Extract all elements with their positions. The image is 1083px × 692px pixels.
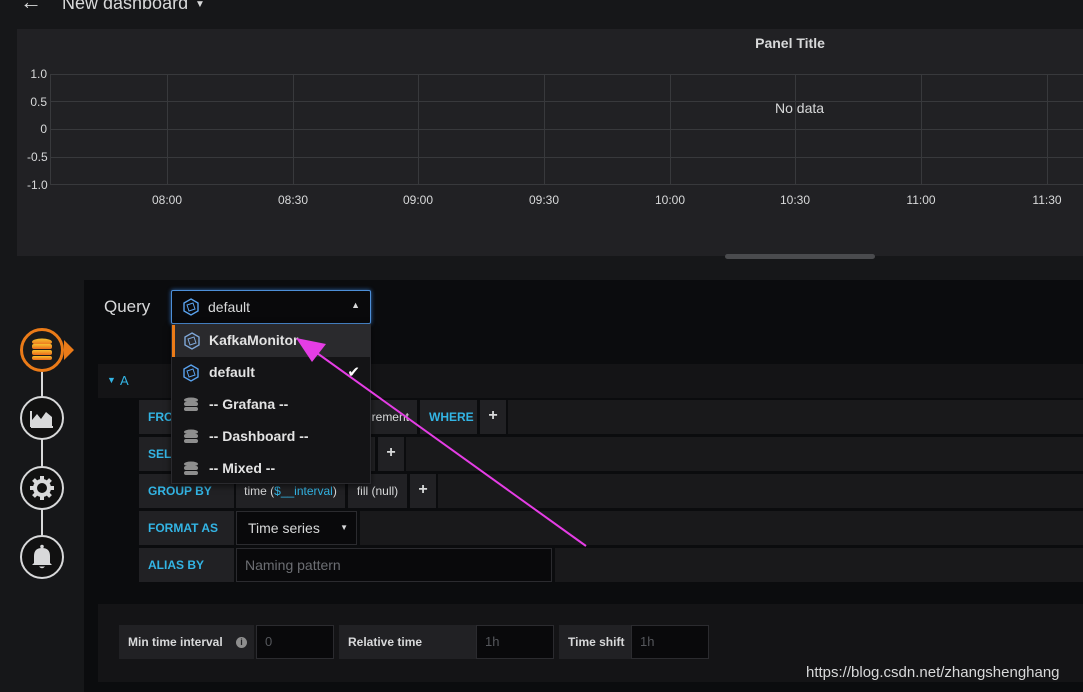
graph-panel: Panel Title 1.0 0.5 0 -0.5 -1.0 08:00 08… bbox=[17, 29, 1083, 259]
grid-line bbox=[50, 74, 51, 185]
panel-resize-handle[interactable] bbox=[725, 254, 875, 259]
datasource-option-label: default bbox=[209, 364, 255, 380]
grid-line bbox=[50, 74, 1083, 75]
y-tick-label: -0.5 bbox=[27, 150, 48, 164]
influxdb-icon bbox=[184, 332, 200, 350]
database-icon bbox=[184, 461, 198, 475]
x-tick-label: 09:00 bbox=[402, 193, 434, 207]
add-where-button[interactable]: + bbox=[480, 400, 506, 434]
query-row-name[interactable]: A bbox=[120, 373, 129, 388]
grid-line bbox=[670, 74, 671, 185]
datasource-option-label: KafkaMonitor bbox=[209, 332, 299, 348]
x-tick-label: 10:30 bbox=[779, 193, 811, 207]
group-by-time-prefix: time ( bbox=[244, 484, 275, 498]
x-tick-label: 10:00 bbox=[654, 193, 686, 207]
alias-by-input[interactable]: Naming pattern bbox=[236, 548, 552, 582]
caret-up-icon: ▲ bbox=[351, 300, 360, 310]
no-data-text: No data bbox=[775, 100, 825, 116]
grid-line bbox=[50, 129, 1083, 130]
group-by-time-variable: $__interval bbox=[274, 484, 333, 498]
format-as-value: Time series bbox=[248, 520, 320, 536]
x-tick-label: 11:00 bbox=[906, 193, 936, 207]
checkmark-icon: ✔ bbox=[347, 364, 360, 381]
datasource-select-value: default bbox=[208, 299, 251, 315]
gear-icon bbox=[30, 476, 54, 500]
min-time-interval-input[interactable]: 0 bbox=[256, 625, 334, 659]
x-tick-label: 08:00 bbox=[151, 193, 183, 207]
row-fill bbox=[555, 548, 1083, 582]
format-as-select[interactable]: Time series ▼ bbox=[236, 511, 357, 545]
datasource-option-dashboard[interactable]: -- Dashboard -- bbox=[172, 421, 370, 453]
add-group-by-button[interactable]: + bbox=[410, 474, 436, 508]
row-fill bbox=[360, 511, 1083, 545]
relative-time-label: Relative time bbox=[339, 625, 476, 659]
row-fill bbox=[406, 437, 1083, 471]
queries-tab[interactable] bbox=[20, 328, 64, 372]
grid-line bbox=[921, 74, 922, 185]
influxdb-icon bbox=[183, 364, 199, 382]
grid-line bbox=[544, 74, 545, 185]
datasource-option-mixed[interactable]: -- Mixed -- bbox=[172, 453, 370, 485]
active-tab-pointer bbox=[64, 340, 74, 360]
datasource-option-kafkamonitor[interactable]: KafkaMonitor bbox=[172, 325, 370, 357]
caret-down-icon: ▼ bbox=[340, 523, 348, 532]
grid-line bbox=[418, 74, 419, 185]
database-icon bbox=[184, 429, 198, 443]
x-tick-label: 11:30 bbox=[1032, 193, 1062, 207]
datasource-option-label: -- Grafana -- bbox=[209, 396, 289, 412]
database-icon bbox=[32, 338, 52, 360]
database-icon bbox=[184, 397, 198, 411]
x-tick-label: 08:30 bbox=[277, 193, 309, 207]
grid-line bbox=[293, 74, 294, 185]
x-tick-label: 09:30 bbox=[528, 193, 560, 207]
datasource-option-default[interactable]: default ✔ bbox=[172, 357, 370, 389]
y-tick-label: 0 bbox=[40, 122, 47, 136]
visualization-tab[interactable] bbox=[20, 396, 64, 440]
grid-line bbox=[50, 101, 1083, 102]
influxdb-icon bbox=[183, 298, 199, 316]
datasource-option-label: -- Dashboard -- bbox=[209, 428, 309, 444]
alias-by-label: ALIAS BY bbox=[139, 548, 234, 582]
time-shift-label: Time shift bbox=[559, 625, 631, 659]
grid-line bbox=[50, 157, 1083, 158]
datasource-option-label: -- Mixed -- bbox=[209, 460, 276, 476]
y-tick-label: -1.0 bbox=[27, 178, 48, 192]
query-label: Query bbox=[104, 297, 151, 316]
y-tick-label: 0.5 bbox=[30, 95, 47, 109]
min-time-interval-label: Min time interval bbox=[119, 625, 254, 659]
area-chart-icon bbox=[30, 411, 53, 428]
relative-time-input[interactable]: 1h bbox=[476, 625, 554, 659]
general-settings-tab[interactable] bbox=[20, 466, 64, 510]
grid-line bbox=[50, 184, 1083, 185]
row-fill bbox=[438, 474, 1083, 508]
info-icon[interactable]: i bbox=[236, 637, 247, 648]
format-as-label: FORMAT AS bbox=[139, 511, 234, 545]
row-fill bbox=[508, 400, 1083, 434]
datasource-dropdown: KafkaMonitor default ✔ -- Grafana -- -- … bbox=[171, 324, 371, 484]
watermark-text: https://blog.csdn.net/zhangshenghang bbox=[806, 664, 1060, 681]
grid-line bbox=[1047, 74, 1048, 185]
y-tick-label: 1.0 bbox=[30, 67, 47, 81]
grid-line bbox=[795, 74, 796, 185]
panel-title[interactable]: Panel Title bbox=[17, 35, 1083, 51]
datasource-select[interactable]: default ▲ bbox=[171, 290, 371, 324]
grid-line bbox=[167, 74, 168, 185]
datasource-option-grafana[interactable]: -- Grafana -- bbox=[172, 389, 370, 421]
back-arrow-icon[interactable]: ← bbox=[20, 0, 50, 13]
add-select-button[interactable]: + bbox=[378, 437, 404, 471]
bell-icon bbox=[32, 544, 52, 569]
where-label: WHERE bbox=[420, 400, 477, 434]
caret-down-icon[interactable]: ▼ bbox=[107, 375, 116, 385]
dashboard-title[interactable]: New dashboard bbox=[62, 0, 188, 14]
alert-tab[interactable] bbox=[20, 535, 64, 579]
time-shift-input[interactable]: 1h bbox=[631, 625, 709, 659]
group-by-time-suffix: ) bbox=[332, 484, 337, 498]
caret-down-icon[interactable]: ▼ bbox=[195, 0, 205, 10]
